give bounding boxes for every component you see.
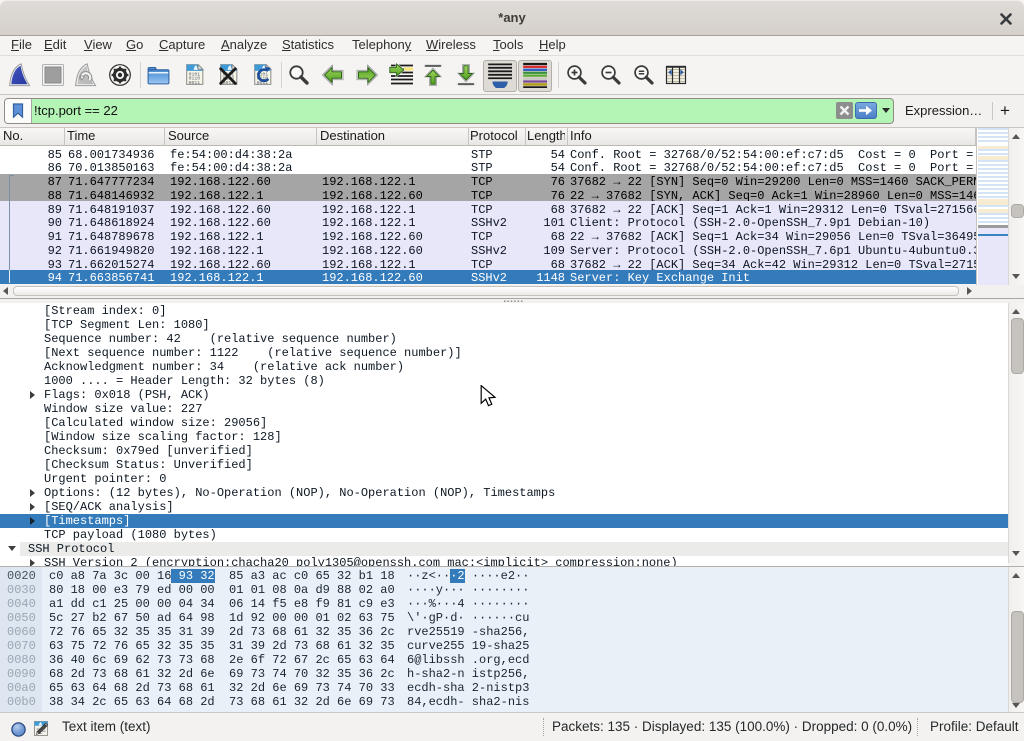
svg-text:0011: 0011 (189, 80, 201, 86)
